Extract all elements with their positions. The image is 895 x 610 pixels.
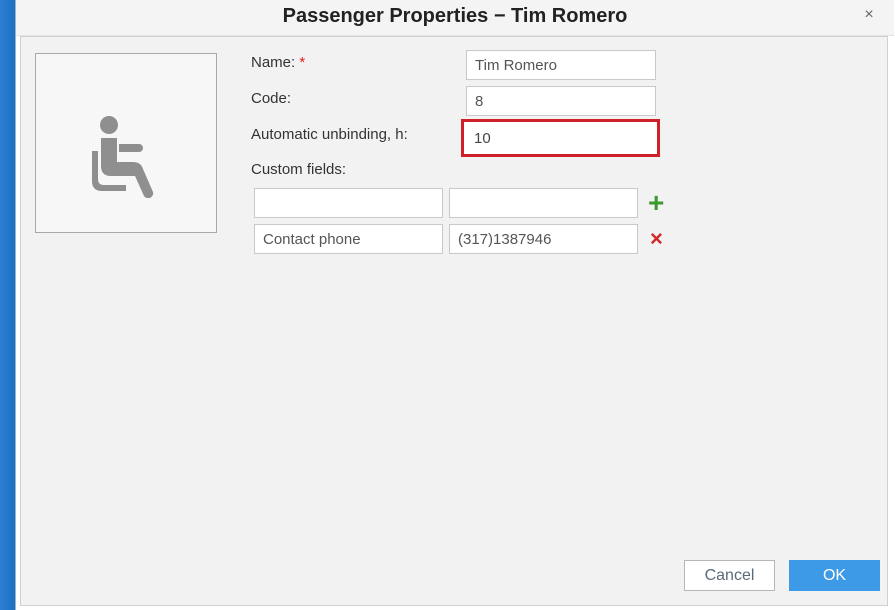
name-label: Name: * <box>251 54 305 71</box>
name-field[interactable] <box>466 50 656 80</box>
unbinding-hours-field[interactable] <box>461 119 660 157</box>
cancel-button[interactable]: Cancel <box>684 560 775 591</box>
custom-field-value-input[interactable] <box>449 188 638 218</box>
passenger-properties-dialog: Passenger Properties − Tim Romero × Name… <box>15 0 895 610</box>
dialog-content: Name: * Code: Automatic unbinding, h: Cu… <box>20 36 888 606</box>
x-icon[interactable]: × <box>650 228 663 250</box>
close-icon[interactable]: × <box>862 7 876 23</box>
code-label: Code: <box>251 90 292 107</box>
required-marker: * <box>299 54 306 71</box>
desktop-background <box>0 0 16 610</box>
ok-button[interactable]: OK <box>789 560 880 591</box>
dialog-titlebar: Passenger Properties − Tim Romero × <box>16 0 894 36</box>
unbinding-label: Automatic unbinding, h: <box>251 126 408 143</box>
custom-field-key-input[interactable] <box>254 224 443 254</box>
code-field[interactable] <box>466 86 656 116</box>
passenger-image[interactable] <box>35 53 217 233</box>
seated-person-icon <box>92 116 154 198</box>
dialog-title: Passenger Properties − Tim Romero <box>282 5 628 27</box>
custom-field-key-input[interactable] <box>254 188 443 218</box>
name-label-text: Name: <box>251 54 296 71</box>
plus-icon[interactable]: + <box>648 189 664 217</box>
custom-fields-label: Custom fields: <box>251 161 347 178</box>
custom-field-value-input[interactable] <box>449 224 638 254</box>
